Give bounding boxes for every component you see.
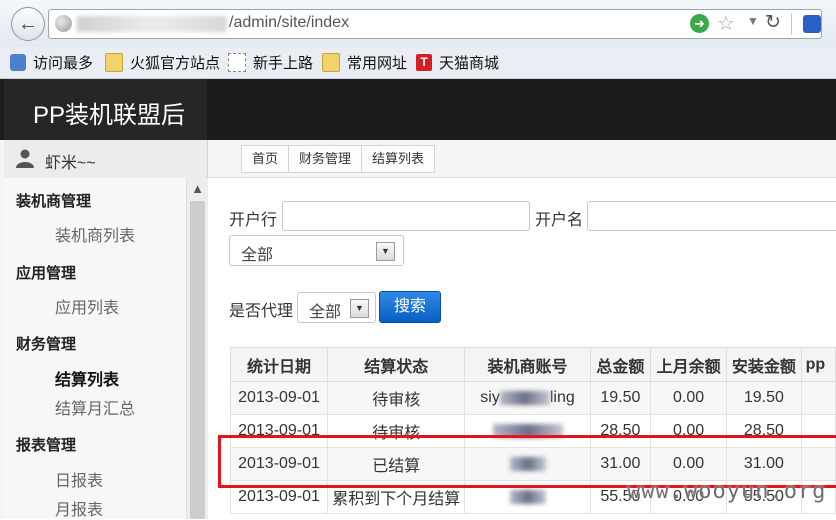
cell-last-balance: 0.00	[650, 381, 728, 415]
cell-date: 2013-09-01	[229, 381, 329, 415]
table-header-row: 统计日期 结算状态 装机商账号 总金额 上月余额 安装金额 pp	[229, 347, 836, 382]
chevron-down-icon: ▼	[376, 242, 395, 261]
cell-install: 19.50	[726, 381, 802, 415]
bookmark-firefox-site[interactable]: 火狐官方站点	[105, 52, 220, 73]
sidebar-section-reports[interactable]: 报表管理	[16, 434, 76, 455]
sidebar-item-settlement-list[interactable]: 结算列表	[55, 366, 119, 390]
sidebar-item-daily-report[interactable]: 日报表	[55, 467, 103, 491]
tmall-icon: T	[416, 54, 432, 71]
reload-icon[interactable]: ↻	[765, 11, 781, 34]
sidebar-item-monthly-report[interactable]: 月报表	[55, 496, 103, 520]
breadcrumb-settlement-list: 结算列表	[372, 151, 425, 166]
search-engine-icon[interactable]: 🐾	[803, 15, 821, 33]
globe-icon	[55, 15, 72, 32]
redacted-host	[77, 16, 227, 32]
cell-pp	[800, 381, 836, 415]
col-last-balance[interactable]: 上月余额	[650, 347, 728, 382]
breadcrumb-home[interactable]: 首页	[242, 146, 290, 172]
sidebar-item-app-list[interactable]: 应用列表	[55, 294, 119, 318]
sidebar-section-apps[interactable]: 应用管理	[16, 262, 76, 283]
col-install[interactable]: 安装金额	[726, 347, 802, 382]
app-header: PP装机联盟后	[0, 79, 836, 140]
table-row[interactable]: 2013-09-01 待审核 siy ling 19.50 0.00 19.50	[229, 381, 836, 415]
sidebar-item-installer-list[interactable]: 装机商列表	[55, 222, 135, 246]
back-arrow-icon[interactable]: ←	[11, 7, 45, 41]
redacted-account	[509, 489, 546, 504]
go-arrow-icon[interactable]: ➜	[690, 14, 709, 33]
cell-account: siy ling	[464, 381, 591, 415]
account-suffix: ling	[549, 389, 575, 406]
browser-nav-bar: ← /admin/site/index ➜ ☆ ▼ ↻ 🐾	[0, 0, 836, 47]
col-pp[interactable]: pp	[800, 347, 836, 382]
bookmark-label: 常用网址	[347, 55, 408, 72]
bookmark-label: 访问最多	[33, 55, 94, 72]
sidebar: 虾米~~ 装机商管理 装机商列表 应用管理 应用列表 财务管理 结算列表 结算月…	[0, 140, 208, 519]
sidebar-scrollbar[interactable]: ▲	[186, 178, 208, 519]
breadcrumb-finance[interactable]: 财务管理	[289, 146, 363, 172]
bookmark-tmall[interactable]: T 天猫商城	[416, 52, 499, 73]
chevron-down-icon: ▼	[350, 299, 369, 318]
bookmark-getting-started[interactable]: 新手上路	[228, 52, 313, 73]
folder-icon	[322, 53, 340, 72]
magnifier-bookmark-icon	[10, 54, 26, 71]
chevron-down-icon[interactable]: ▼	[747, 14, 759, 28]
side-menu: 装机商管理 装机商列表 应用管理 应用列表 财务管理 结算列表 结算月汇总 报表…	[4, 178, 186, 519]
bookmark-common-sites[interactable]: 常用网址	[322, 52, 407, 73]
col-account[interactable]: 装机商账号	[464, 347, 591, 382]
divider	[791, 13, 792, 35]
agent-select[interactable]: 全部 ▼	[297, 292, 376, 323]
status-select[interactable]: 全部 ▼	[229, 235, 404, 266]
watermark: www.wooyun.org	[627, 479, 827, 504]
bookmark-label: 天猫商城	[439, 55, 500, 72]
account-prefix: siy	[480, 389, 500, 406]
sidebar-section-installers[interactable]: 装机商管理	[16, 190, 91, 211]
bookmark-label: 火狐官方站点	[130, 55, 221, 72]
breadcrumb: 首页 财务管理 结算列表	[241, 145, 436, 173]
bank-label: 开户行	[229, 212, 278, 229]
bookmark-star-icon[interactable]: ☆	[717, 11, 735, 36]
user-info: 虾米~~	[4, 140, 207, 179]
scroll-thumb[interactable]	[190, 201, 205, 519]
chevron-up-icon[interactable]: ▲	[187, 178, 208, 199]
account-name-input[interactable]	[587, 201, 836, 231]
sidebar-section-finance[interactable]: 财务管理	[16, 333, 76, 354]
agent-label: 是否代理	[229, 303, 294, 320]
bookmarks-bar: 访问最多 火狐官方站点 新手上路 常用网址 T 天猫商城	[0, 47, 836, 79]
brand-area: PP装机联盟后	[4, 79, 207, 140]
user-name[interactable]: 虾米~~	[45, 149, 96, 173]
account-name-label: 开户名	[535, 212, 584, 229]
status-select-value: 全部	[241, 247, 274, 264]
col-date[interactable]: 统计日期	[229, 347, 329, 382]
search-button[interactable]: 搜索	[379, 291, 441, 323]
url-bar[interactable]: /admin/site/index ➜ ☆ ▼ ↻ 🐾	[48, 9, 822, 39]
bank-input[interactable]	[282, 201, 530, 231]
col-total[interactable]: 总金额	[589, 347, 652, 382]
folder-icon	[105, 53, 123, 72]
bookmark-most-visited[interactable]: 访问最多	[10, 52, 93, 73]
url-text: /admin/site/index	[229, 14, 350, 31]
cell-total: 19.50	[589, 381, 652, 415]
redacted-account	[499, 390, 550, 405]
bookmark-label: 新手上路	[253, 55, 314, 72]
user-icon	[16, 149, 34, 168]
dashed-page-icon	[228, 53, 246, 72]
breadcrumb-bar: 首页 财务管理 结算列表	[208, 140, 836, 178]
sidebar-item-monthly-summary[interactable]: 结算月汇总	[55, 395, 135, 419]
brand-title[interactable]: PP装机联盟后	[33, 95, 185, 130]
col-status[interactable]: 结算状态	[327, 347, 466, 382]
cell-status: 待审核	[327, 381, 466, 415]
agent-select-value: 全部	[309, 304, 342, 321]
